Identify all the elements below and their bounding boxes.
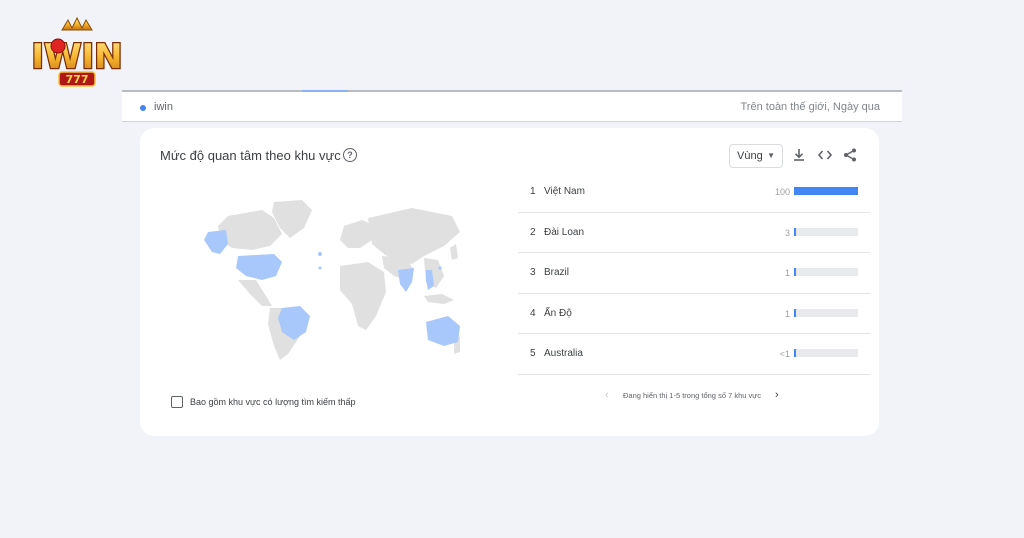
region-row[interactable]: 5 Australia <1 [518,334,870,375]
region-value: 3 [784,227,790,238]
interest-bar-fill [794,308,796,317]
series-dot [140,105,146,111]
interest-bar-fill [794,268,796,276]
region-rank: 1 [530,186,536,197]
region-rank: 3 [530,267,536,278]
embed-code-icon[interactable] [817,147,833,163]
region-row[interactable]: 4 Ấn Độ 1 [518,294,870,334]
search-term-strip: iwin Trên toàn thế giới, Ngày qua [122,90,902,122]
region-value: 1 [784,308,790,319]
interest-by-region-card: Mức độ quan tâm theo khu vực ? Vùng ▼ Ba… [140,128,879,436]
region-name[interactable]: Việt Nam [544,186,585,197]
search-scope[interactable]: Trên toàn thế giới, Ngày qua [741,101,881,113]
region-rank: 4 [530,307,536,319]
logo-badge-text: 777 [66,73,89,86]
svg-text:IWIN: IWIN [31,37,122,77]
region-rank: 2 [530,226,536,238]
interest-bar-fill [794,227,796,236]
region-value: 1 [784,268,790,278]
region-rank: 5 [530,348,536,359]
share-icon[interactable] [842,147,858,163]
region-row[interactable]: 1 Việt Nam 100 [518,172,870,213]
caret-down-icon: ▼ [767,151,775,160]
region-name[interactable]: Brazil [544,267,569,278]
region-name[interactable]: Đài Loan [544,227,584,238]
region-value: 100 [774,187,790,197]
region-name[interactable]: Australia [544,348,583,359]
region-name[interactable]: Ấn Độ [544,308,572,319]
interest-bar [794,349,858,357]
pagination-text: Đang hiển thị 1-5 trong tổng số 7 khu vự… [623,391,762,400]
interest-bar [794,227,858,236]
region-select[interactable]: Vùng ▼ [729,144,783,168]
region-row[interactable]: 3 Brazil 1 [518,253,870,294]
pagination: ‹ Đang hiển thị 1-5 trong tổng số 7 khu … [605,389,785,403]
region-row[interactable]: 2 Đài Loan 3 [518,213,870,253]
region-value: <1 [779,349,790,359]
interest-bar-fill [794,349,796,357]
tab-indicator [302,90,348,92]
region-select-value: Vùng [737,150,763,162]
interest-bar-fill [794,187,858,195]
chevron-right-icon[interactable]: › [775,389,779,401]
world-map[interactable] [162,196,462,366]
iwin-logo: IWIN 777 [22,16,132,96]
interest-bar [794,308,858,317]
low-volume-checkbox[interactable] [171,396,183,408]
help-circle-icon[interactable]: ? [343,148,357,162]
region-ranking-list: 1 Việt Nam 100 2 Đài Loan 3 3 Brazil 1 4… [518,172,870,375]
interest-bar [794,268,858,276]
card-title: Mức độ quan tâm theo khu vực [160,148,341,163]
interest-bar [794,187,858,195]
chevron-left-icon[interactable]: ‹ [605,389,609,401]
search-term[interactable]: iwin [154,101,173,113]
download-icon[interactable] [791,147,807,163]
low-volume-checkbox-label: Bao gồm khu vực có lượng tìm kiếm thấp [190,397,356,407]
